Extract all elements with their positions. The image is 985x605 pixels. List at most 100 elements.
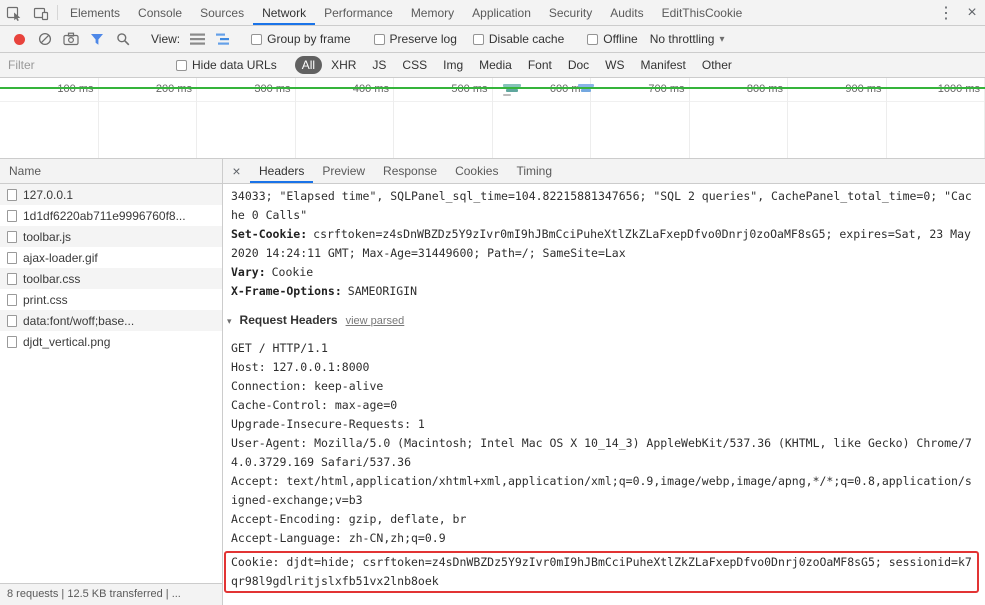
document-file-icon bbox=[7, 188, 17, 201]
tab-application[interactable]: Application bbox=[463, 0, 540, 25]
detail-tab-cookies[interactable]: Cookies bbox=[446, 159, 507, 183]
network-summary: 8 requests | 12.5 KB transferred | ... bbox=[0, 583, 222, 605]
detail-tab-headers[interactable]: Headers bbox=[250, 159, 313, 183]
timeline-column: 900 ms bbox=[788, 78, 887, 158]
close-detail-icon[interactable]: × bbox=[223, 159, 250, 183]
disable-cache-checkbox[interactable]: Disable cache bbox=[472, 32, 565, 46]
filter-pill-ws[interactable]: WS bbox=[598, 56, 631, 74]
hide-data-urls-checkbox[interactable]: Hide data URLs bbox=[176, 58, 277, 72]
detail-tab-response[interactable]: Response bbox=[374, 159, 446, 183]
timeline-tick-label: 300 ms bbox=[254, 83, 291, 95]
capture-screenshots-icon[interactable] bbox=[58, 26, 84, 52]
filter-pill-manifest[interactable]: Manifest bbox=[634, 56, 693, 74]
request-row[interactable]: toolbar.css bbox=[0, 268, 222, 289]
tab-elements[interactable]: Elements bbox=[61, 0, 129, 25]
raw-request-line: Accept: text/html,application/xhtml+xml,… bbox=[231, 474, 972, 507]
request-name: ajax-loader.gif bbox=[23, 250, 98, 265]
preserve-log-label: Preserve log bbox=[389, 32, 457, 46]
filter-pill-media[interactable]: Media bbox=[472, 56, 519, 74]
request-list: 127.0.0.1 1d1df6220ab711e9996760f8... to… bbox=[0, 184, 222, 583]
close-devtools-icon[interactable]: × bbox=[959, 0, 985, 25]
filter-pill-doc[interactable]: Doc bbox=[561, 56, 596, 74]
waterfall-bar bbox=[506, 89, 518, 92]
request-row[interactable]: 127.0.0.1 bbox=[0, 184, 222, 205]
large-request-rows-icon[interactable] bbox=[184, 26, 210, 52]
timeline-column: 500 ms bbox=[394, 78, 493, 158]
show-overview-icon[interactable] bbox=[210, 26, 236, 52]
throttling-value: No throttling bbox=[649, 32, 715, 46]
request-row[interactable]: 1d1df6220ab711e9996760f8... bbox=[0, 205, 222, 226]
detail-tab-preview[interactable]: Preview bbox=[313, 159, 374, 183]
waterfall-bar bbox=[503, 84, 521, 87]
clear-network-log-button[interactable] bbox=[32, 26, 58, 52]
filter-icon[interactable] bbox=[84, 26, 110, 52]
overview-load-line bbox=[0, 87, 985, 89]
request-row[interactable]: data:font/woff;base... bbox=[0, 310, 222, 331]
tab-sources[interactable]: Sources bbox=[191, 0, 253, 25]
filter-pill-js[interactable]: JS bbox=[365, 56, 393, 74]
inspect-element-icon[interactable] bbox=[0, 0, 27, 25]
raw-request-line: Host: 127.0.0.1:8000 bbox=[231, 360, 370, 374]
filter-pill-font[interactable]: Font bbox=[521, 56, 559, 74]
timeline-tick-label: 900 ms bbox=[845, 83, 882, 95]
checkbox-icon bbox=[251, 33, 263, 45]
header-value: SAMEORIGIN bbox=[347, 284, 418, 298]
name-column-header[interactable]: Name bbox=[0, 159, 222, 184]
request-row[interactable]: print.css bbox=[0, 289, 222, 310]
disable-cache-label: Disable cache bbox=[488, 32, 565, 46]
timeline-column: 400 ms bbox=[296, 78, 394, 158]
filter-pill-all[interactable]: All bbox=[294, 56, 323, 74]
network-overview-timeline[interactable]: 100 ms 200 ms 300 ms 400 ms 500 ms 600 m… bbox=[0, 78, 985, 159]
request-name: print.css bbox=[23, 292, 68, 307]
search-icon[interactable] bbox=[110, 26, 136, 52]
timeline-tick-label: 100 ms bbox=[57, 83, 94, 95]
header-value: Cookie bbox=[271, 265, 314, 279]
timeline-tick-label: 800 ms bbox=[746, 83, 783, 95]
request-name: 127.0.0.1 bbox=[23, 187, 74, 202]
waterfall-bar bbox=[581, 89, 591, 92]
view-parsed-link[interactable]: view parsed bbox=[346, 312, 405, 331]
request-row[interactable]: toolbar.js bbox=[0, 226, 222, 247]
preserve-log-checkbox[interactable]: Preserve log bbox=[373, 32, 457, 46]
tab-audits[interactable]: Audits bbox=[601, 0, 652, 25]
raw-request-line: Connection: keep-alive bbox=[231, 379, 384, 393]
request-headers-title: Request Headers bbox=[239, 313, 338, 327]
request-row[interactable]: djdt_vertical.png bbox=[0, 331, 222, 352]
request-headers-section-header[interactable]: ▾ Request Headers view parsed bbox=[227, 311, 977, 331]
request-name: toolbar.js bbox=[23, 229, 72, 244]
tab-performance[interactable]: Performance bbox=[315, 0, 402, 25]
filter-input[interactable] bbox=[8, 56, 168, 74]
header-name: X-Frame-Options: bbox=[231, 284, 342, 298]
filter-pill-xhr[interactable]: XHR bbox=[324, 56, 363, 74]
detail-tab-timing[interactable]: Timing bbox=[507, 159, 561, 183]
checkbox-icon bbox=[587, 33, 599, 45]
throttling-dropdown[interactable]: No throttling ▾ bbox=[650, 32, 725, 46]
checkbox-icon bbox=[176, 59, 187, 71]
image-file-icon bbox=[7, 335, 17, 348]
device-toolbar-icon[interactable] bbox=[27, 0, 54, 25]
filter-pill-img[interactable]: Img bbox=[436, 56, 470, 74]
offline-label: Offline bbox=[603, 32, 638, 46]
script-file-icon bbox=[7, 230, 17, 243]
tab-console[interactable]: Console bbox=[129, 0, 191, 25]
tab-memory[interactable]: Memory bbox=[402, 0, 463, 25]
more-options-icon[interactable]: ⋮ bbox=[933, 0, 959, 25]
tab-network[interactable]: Network bbox=[253, 0, 315, 25]
tab-security[interactable]: Security bbox=[540, 0, 601, 25]
filter-pill-other[interactable]: Other bbox=[695, 56, 739, 74]
filter-pill-css[interactable]: CSS bbox=[395, 56, 434, 74]
disclosure-triangle-icon: ▾ bbox=[227, 316, 232, 326]
response-header-line: Vary: Cookie bbox=[231, 263, 977, 282]
stylesheet-file-icon bbox=[7, 293, 17, 306]
request-name: toolbar.css bbox=[23, 271, 81, 286]
offline-checkbox[interactable]: Offline bbox=[587, 32, 638, 46]
raw-request-line: User-Agent: Mozilla/5.0 (Macintosh; Inte… bbox=[231, 436, 972, 469]
tab-editthiscookie[interactable]: EditThisCookie bbox=[653, 0, 752, 25]
hide-data-urls-label: Hide data URLs bbox=[192, 58, 277, 72]
group-by-frame-checkbox[interactable]: Group by frame bbox=[251, 32, 351, 46]
timeline-column: 200 ms bbox=[99, 78, 197, 158]
timeline-tick-label: 700 ms bbox=[648, 83, 685, 95]
request-row[interactable]: ajax-loader.gif bbox=[0, 247, 222, 268]
waterfall-bar bbox=[578, 84, 594, 87]
record-network-log-button[interactable] bbox=[6, 26, 32, 52]
